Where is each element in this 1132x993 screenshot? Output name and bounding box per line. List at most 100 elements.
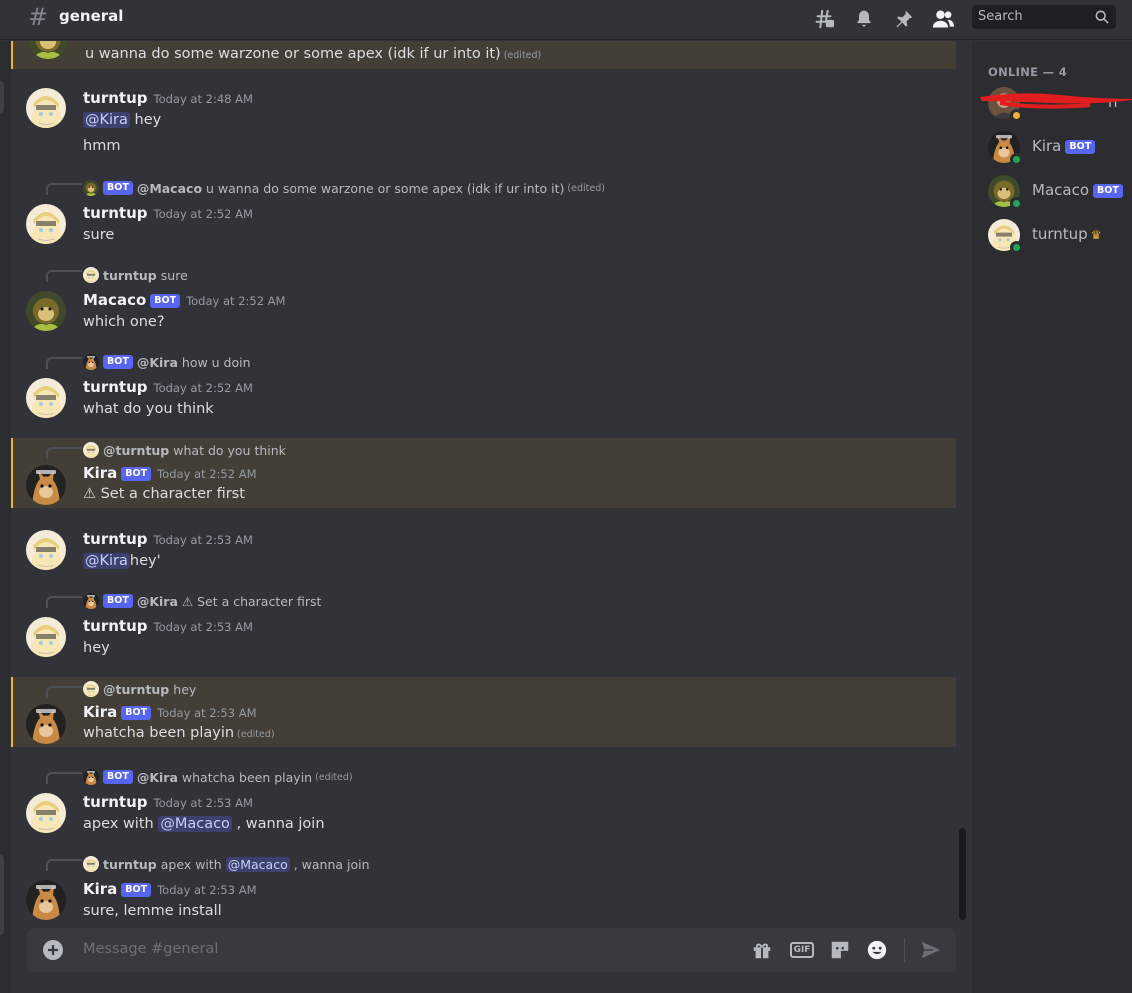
reply-avatar (83, 681, 99, 697)
timestamp: Today at 2:53 AM (153, 796, 253, 810)
rail-indicator (0, 81, 4, 113)
avatar[interactable] (26, 793, 66, 833)
bot-tag: BOT (150, 294, 181, 308)
reply-preview[interactable]: turntup apex with @Macaco , wanna join (83, 856, 370, 872)
scrollbar-track[interactable] (958, 41, 966, 923)
message[interactable]: BOT @Macaco u wanna do some warzone or s… (11, 177, 956, 253)
threads-icon[interactable] (811, 6, 837, 32)
avatar[interactable] (28, 41, 68, 59)
avatar (988, 175, 1023, 210)
add-attachment-icon[interactable] (43, 940, 63, 960)
username[interactable]: turntup Today at 2:48 AM (83, 89, 253, 107)
status-indicator (1010, 241, 1023, 254)
message-content: hey (83, 640, 110, 656)
user-mention[interactable]: @Kira (83, 112, 130, 128)
composer-divider (904, 938, 905, 962)
username[interactable]: turntup Today at 2:52 AM (83, 378, 253, 396)
search-icon (1095, 9, 1109, 28)
channel-hash-icon: # (28, 3, 49, 31)
member-name: Kira (1032, 137, 1062, 155)
search-placeholder: Search (978, 9, 1023, 24)
user-mention[interactable]: @Kira (83, 553, 130, 569)
message[interactable]: turntup Today at 2:48 AM @Kira hey hmm (11, 81, 956, 161)
message-content: what do you think (83, 401, 214, 417)
user-mention[interactable]: @Macaco (225, 856, 290, 872)
reply-preview[interactable]: BOT @Kira whatcha been playin (edited) (83, 769, 353, 785)
message-content: hmm (83, 138, 121, 154)
scrollbar-thumb[interactable] (959, 828, 966, 920)
avatar (988, 131, 1023, 166)
username[interactable]: turntup Today at 2:53 AM (83, 793, 253, 811)
message-content: sure (83, 227, 115, 243)
username[interactable]: turntup Today at 2:53 AM (83, 530, 253, 548)
timestamp: Today at 2:48 AM (153, 92, 253, 106)
member-name: turntup (1032, 225, 1088, 243)
message-input[interactable]: Message #general (83, 941, 218, 957)
send-icon[interactable] (919, 939, 943, 961)
timestamp: Today at 2:52 AM (157, 467, 257, 481)
reply-preview[interactable]: BOT @Macaco u wanna do some warzone or s… (83, 180, 605, 196)
member-item[interactable]: Macaco BOT (988, 175, 1128, 211)
message[interactable]: BOT @Kira ⚠ Set a character first turntu… (11, 590, 956, 666)
emoji-icon[interactable] (865, 939, 889, 961)
bot-tag: BOT (121, 883, 152, 897)
avatar (988, 219, 1023, 254)
member-item[interactable]: n (980, 87, 1132, 123)
message[interactable]: BOT @Kira whatcha been playin (edited) tu… (11, 766, 956, 842)
message[interactable]: u wanna do some warzone or some apex (id… (11, 41, 956, 69)
reply-preview[interactable]: @turntup hey (83, 681, 196, 697)
search-box[interactable]: Search (972, 5, 1116, 29)
username[interactable]: Macaco BOT Today at 2:52 AM (83, 291, 285, 309)
timestamp: Today at 2:53 AM (153, 620, 253, 634)
reply-avatar (83, 180, 99, 196)
reply-avatar (83, 856, 99, 872)
message-composer[interactable]: Message #general GIF (27, 928, 956, 972)
reply-preview[interactable]: BOT @Kira how u doin (83, 354, 251, 370)
username[interactable]: Kira BOT Today at 2:53 AM (83, 703, 257, 721)
member-item[interactable]: turntup ♛ (988, 219, 1128, 255)
message[interactable]: turntup sure Macaco BOT Today at 2:52 AM w… (11, 264, 956, 340)
gif-icon[interactable]: GIF (789, 939, 815, 961)
avatar[interactable] (26, 204, 66, 244)
reply-avatar (83, 442, 99, 458)
reply-preview[interactable]: BOT @Kira ⚠ Set a character first (83, 593, 321, 609)
message[interactable]: @turntup what do you think Kira BOT Today … (11, 438, 956, 508)
reply-preview[interactable]: @turntup what do you think (83, 442, 286, 458)
message[interactable]: @turntup hey Kira BOT Today at 2:53 AM wha… (11, 677, 956, 747)
status-indicator (1010, 153, 1023, 166)
avatar[interactable] (26, 617, 66, 657)
username[interactable]: turntup Today at 2:53 AM (83, 617, 253, 635)
avatar[interactable] (26, 378, 66, 418)
bot-tag: BOT (103, 770, 133, 784)
gift-icon[interactable] (750, 939, 774, 961)
reply-avatar (83, 354, 99, 370)
avatar[interactable] (26, 465, 66, 505)
message[interactable]: BOT @Kira how u doin turntup Today at 2:5… (11, 351, 956, 427)
username[interactable]: Kira BOT Today at 2:52 AM (83, 464, 257, 482)
message-list[interactable]: u wanna do some warzone or some apex (id… (11, 41, 956, 923)
reply-preview[interactable]: turntup sure (83, 267, 188, 283)
avatar[interactable] (26, 291, 66, 331)
timestamp: Today at 2:53 AM (157, 883, 257, 897)
timestamp: Today at 2:53 AM (153, 533, 253, 547)
message-content: sure, lemme install (83, 903, 222, 919)
message[interactable]: turntup apex with @Macaco , wanna join K… (11, 853, 956, 923)
member-list-icon[interactable] (930, 6, 956, 32)
timestamp: Today at 2:52 AM (186, 294, 286, 308)
message-content: apex with @Macaco , wanna join (83, 816, 325, 832)
username[interactable]: turntup Today at 2:52 AM (83, 204, 253, 222)
member-name: Macaco (1032, 181, 1089, 199)
user-mention[interactable]: @Macaco (158, 816, 232, 832)
username[interactable]: Kira BOT Today at 2:53 AM (83, 880, 257, 898)
bot-tag: BOT (121, 706, 152, 720)
member-item[interactable]: Kira BOT (988, 131, 1128, 167)
pinned-messages-icon[interactable] (891, 6, 917, 32)
notification-bell-icon[interactable] (851, 6, 877, 32)
bot-tag: BOT (1065, 140, 1096, 154)
avatar[interactable] (26, 704, 66, 744)
avatar[interactable] (26, 88, 66, 128)
avatar[interactable] (26, 880, 66, 920)
message[interactable]: turntup Today at 2:53 AM @Kira hey' (11, 519, 956, 579)
avatar[interactable] (26, 530, 66, 570)
sticker-icon[interactable] (828, 939, 852, 961)
